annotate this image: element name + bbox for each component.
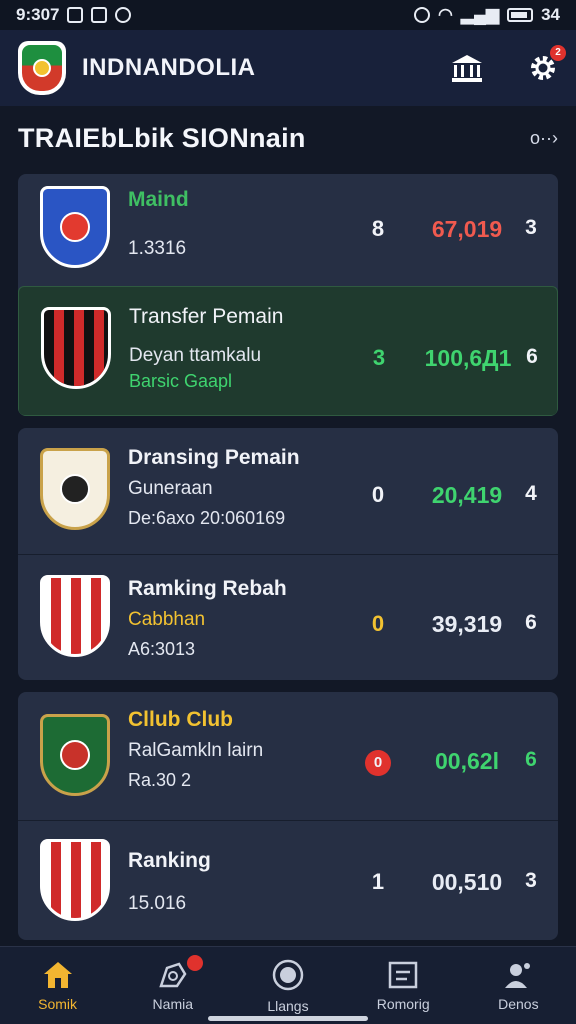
section-header: TRAIEbLbik SIONnain o··› — [18, 118, 558, 158]
transfer-icon — [159, 961, 187, 987]
club-crest-icon — [40, 839, 110, 921]
bottom-nav: Somik Namia Llangs Romorig Denos — [0, 946, 576, 1024]
app-logo — [18, 41, 66, 95]
signal-icon: ▂▄▆ — [460, 5, 500, 24]
item-value: 100,6Д1 — [424, 345, 512, 371]
club-crest-icon — [40, 714, 110, 796]
club-crest-icon — [40, 575, 110, 657]
nav-item-home[interactable]: Somik — [0, 947, 115, 1024]
ball-icon — [272, 959, 304, 990]
image-icon — [91, 7, 108, 23]
app-bar: INDNANDOLIA 2 — [0, 30, 576, 106]
item-count: 0 — [371, 611, 385, 636]
item-detail: Ra.30 2 — [128, 770, 192, 790]
item-subtitle: Deyan ttamkalu — [129, 345, 262, 366]
item-subtitle: Guneraan — [128, 478, 213, 499]
nav-item-transfer[interactable]: Namia — [115, 947, 230, 1024]
item-rank: 6 — [525, 611, 537, 634]
item-count: 8 — [371, 216, 385, 241]
settings-badge: 2 — [550, 45, 566, 61]
home-icon — [43, 961, 72, 988]
item-subtitle: RalGamkln lairn — [128, 740, 264, 761]
list-item[interactable]: Cllub Club RalGamkln lairn Ra.30 2 0 00,… — [18, 692, 558, 818]
item-detail: A6:3013 — [128, 639, 196, 659]
item-title: Transfer Pemain — [129, 305, 284, 328]
item-detail: De:6axo 20:060169 — [128, 508, 286, 528]
item-count: 0 — [365, 750, 391, 776]
list-item[interactable]: Transfer Pemain Deyan ttamkalu Barsic Ga… — [18, 286, 558, 416]
item-rank: 3 — [525, 216, 537, 239]
item-title: Ranking — [128, 849, 211, 872]
wifi-icon: ◠ — [438, 5, 453, 24]
nav-item-profile[interactable]: Denos — [461, 947, 576, 1024]
item-count: 0 — [371, 482, 385, 507]
nav-label: Llangs — [267, 997, 309, 1014]
club-crest-icon — [40, 448, 110, 530]
chat-icon — [115, 7, 132, 23]
item-value: 67,019 — [431, 216, 503, 242]
list-item[interactable]: Dransing Pemain Guneraan De:6axo 20:0601… — [18, 428, 558, 552]
board-icon — [388, 961, 418, 988]
nav-label: Namia — [152, 995, 194, 1012]
club-card: Cllub Club RalGamkln lairn Ra.30 2 0 00,… — [18, 692, 558, 940]
item-count: 3 — [372, 345, 386, 370]
item-title: Ramking Rebah — [128, 577, 287, 600]
nav-label: Romorig — [376, 995, 430, 1012]
item-title: Maind — [128, 188, 189, 211]
alarm-icon — [414, 7, 431, 23]
ranking-card: Dransing Pemain Guneraan De:6axo 20:0601… — [18, 428, 558, 680]
section-title: TRAIEbLbik SIONnain — [18, 122, 306, 153]
nav-label: Denos — [498, 995, 539, 1012]
status-bar: 9:307 ◠ ▂▄▆ 34 — [0, 0, 576, 30]
transfer-card: Maind 1.3316 8 67,019 3 Transfer Pemain … — [18, 174, 558, 416]
list-item[interactable]: Maind 1.3316 8 67,019 3 — [18, 174, 558, 294]
club-crest-icon — [40, 186, 110, 268]
item-rank: 6 — [525, 748, 537, 771]
item-value: 00,62l — [435, 748, 499, 774]
home-indicator — [208, 1016, 368, 1021]
nav-item-ranking[interactable]: Romorig — [346, 947, 461, 1024]
item-value: 20,419 — [431, 482, 503, 508]
item-rank: 6 — [526, 345, 538, 368]
item-value: 00,510 — [431, 869, 503, 895]
item-title: Dransing Pemain — [128, 446, 300, 469]
stadium-icon[interactable] — [450, 53, 484, 83]
club-crest-icon — [41, 307, 111, 389]
item-subtitle: Cabbhan — [128, 609, 206, 630]
battery-level: 34 — [541, 5, 560, 24]
app-title: INDNANDOLIA — [82, 54, 256, 81]
battery-icon — [507, 8, 534, 22]
item-count: 1 — [371, 869, 385, 894]
list-item[interactable]: Ranking 15.016 1 00,510 3 — [18, 820, 558, 940]
status-time: 9:307 — [16, 5, 60, 24]
nav-label: Somik — [38, 995, 78, 1012]
item-title: Cllub Club — [128, 708, 233, 731]
profile-icon — [505, 962, 531, 988]
item-subtitle: 15.016 — [128, 893, 187, 914]
list-item[interactable]: Ramking Rebah Cabbhan A6:3013 0 39,319 6 — [18, 554, 558, 680]
nav-item-matches[interactable]: Llangs — [230, 947, 345, 1024]
item-detail: Barsic Gaapl — [129, 371, 233, 391]
item-rank: 3 — [525, 869, 537, 892]
nav-badge — [187, 955, 204, 971]
see-more-link[interactable]: o··› — [530, 128, 558, 149]
settings-button[interactable]: 2 — [528, 45, 566, 83]
item-rank: 4 — [525, 482, 537, 505]
notification-icon — [67, 7, 84, 23]
item-subtitle: 1.3316 — [128, 238, 187, 259]
item-value: 39,319 — [431, 611, 503, 637]
